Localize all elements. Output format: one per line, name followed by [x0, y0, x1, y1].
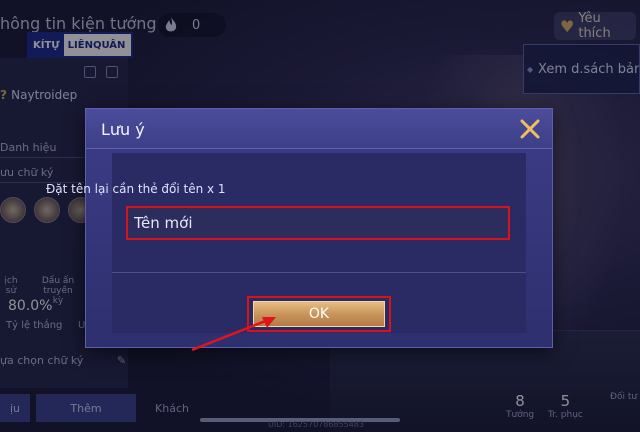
new-name-input[interactable] [126, 206, 510, 240]
dialog-title: Lưu ý [101, 120, 145, 139]
rename-label: Đặt tên lại cần thẻ đổi tên x 1 [46, 182, 226, 196]
dialog-header: Lưu ý [86, 109, 552, 149]
dialog-divider [112, 272, 526, 273]
close-icon[interactable] [518, 117, 542, 141]
ok-button[interactable]: OK [253, 301, 385, 327]
ok-highlight: OK [247, 296, 391, 332]
